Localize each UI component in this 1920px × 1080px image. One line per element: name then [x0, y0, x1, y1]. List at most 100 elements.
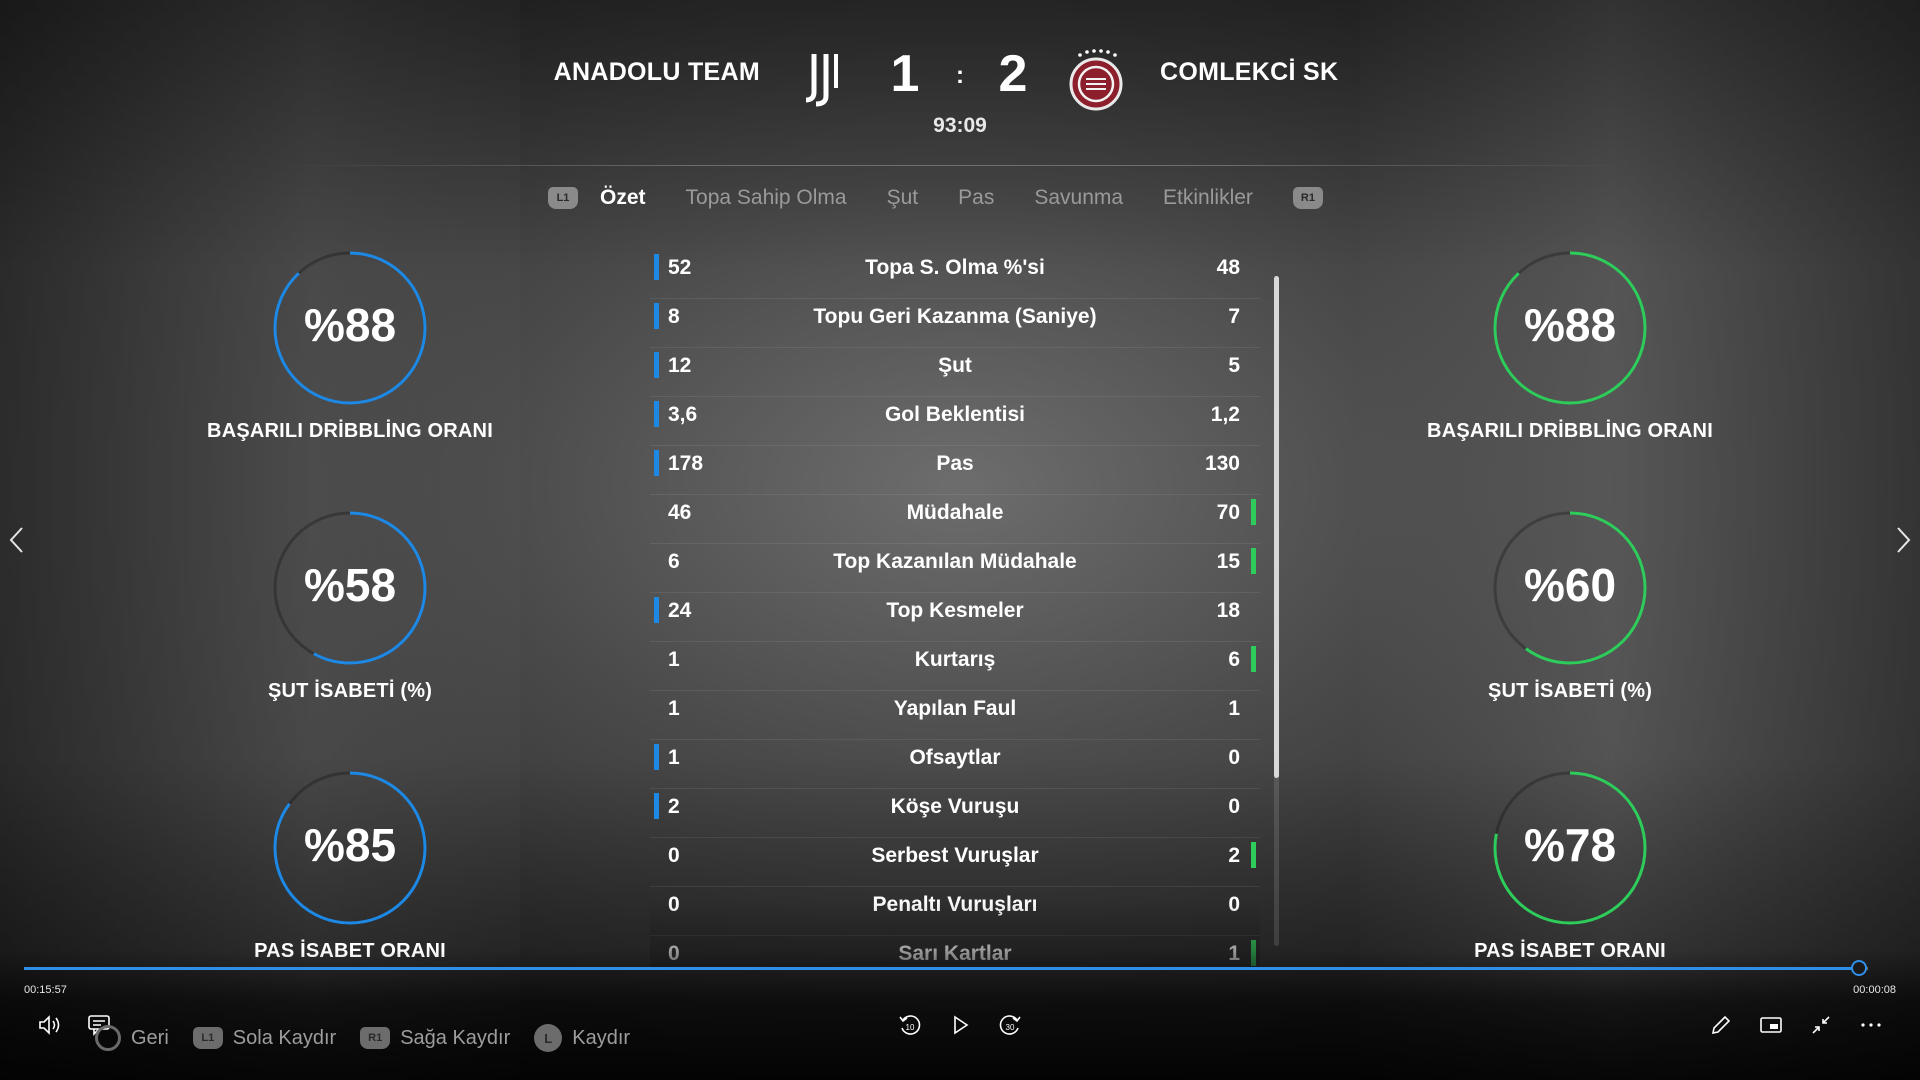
hint-label: Geri — [131, 1026, 169, 1049]
match-clock: 93:09 — [933, 114, 987, 137]
stat-label: Top Kazanılan Müdahale — [833, 550, 1077, 573]
stat-home-value: 0 — [668, 844, 680, 867]
previous-arrow-icon[interactable] — [2, 520, 32, 560]
stat-home-value: 12 — [668, 354, 692, 377]
stat-label: Serbest Vuruşlar — [871, 844, 1039, 867]
volume-icon[interactable] — [36, 1011, 64, 1039]
tab-topa-sahip-olma[interactable]: Topa Sahip Olma — [686, 186, 847, 210]
gauge-value: %88 — [1523, 299, 1617, 351]
hint-scroll-right[interactable]: R1 Sağa Kaydır — [360, 1027, 510, 1050]
l1-button-icon: L1 — [192, 1027, 223, 1049]
away-score: 2 — [998, 45, 1028, 103]
play-icon[interactable] — [946, 1011, 974, 1039]
tab-savunma[interactable]: Savunma — [1034, 186, 1123, 210]
hint-scroll[interactable]: L Kaydır — [534, 1024, 630, 1052]
stat-label: Topu Geri Kazanma (Saniye) — [813, 305, 1097, 328]
hint-scroll-left[interactable]: L1 Sola Kaydır — [192, 1026, 337, 1050]
away-leader-bar — [1251, 842, 1256, 868]
away-pass-accuracy-gauge: %78 PAS İSABET ORANI — [1410, 768, 1730, 963]
hint-back[interactable]: Geri — [95, 1025, 169, 1051]
forward-30-icon[interactable]: 30 — [996, 1011, 1024, 1039]
stat-label: Topa S. Olma %'si — [865, 256, 1045, 279]
away-leader-bar — [1251, 548, 1256, 574]
tab-etkinlikler[interactable]: Etkinlikler — [1163, 186, 1253, 210]
home-crest-icon — [805, 54, 838, 107]
button-hints: Geri L1 Sola Kaydır R1 Sağa Kaydır L Kay… — [95, 1018, 654, 1058]
gauge-value: %60 — [1523, 559, 1617, 611]
home-leader-bar — [654, 450, 659, 476]
home-leader-bar — [654, 401, 659, 427]
scoreboard: ANADOLU TEAM 1 : 2 COMLEKCİ SK 93:09 — [0, 40, 1920, 166]
header-divider — [280, 165, 1640, 166]
remaining-time: 00:00:08 — [1853, 984, 1896, 996]
hint-label: Sağa Kaydır — [400, 1026, 511, 1049]
gauge-label: BAŞARILI DRİBBLİNG ORANI — [1427, 420, 1713, 442]
r1-button-icon[interactable]: R1 — [1292, 187, 1323, 209]
gauge-label: ŞUT İSABETİ (%) — [267, 680, 433, 702]
home-leader-bar — [654, 793, 659, 819]
stats-table[interactable]: 52 Topa S. Olma %'si 48 8 Topu Geri Kazanma … — [650, 250, 1260, 968]
home-dribbling-gauge: %88 BAŞARILI DRİBBLİNG ORANI — [190, 248, 510, 443]
stat-label: Ofsaytlar — [909, 746, 1001, 769]
stat-home-value: 2 — [668, 795, 680, 818]
home-leader-bar — [654, 254, 659, 280]
stats-scrollbar-thumb[interactable] — [1274, 276, 1279, 778]
stat-home-value: 6 — [668, 550, 680, 573]
away-leader-bar — [1251, 499, 1256, 525]
stat-label: Kurtarış — [914, 648, 996, 671]
stat-home-value: 46 — [668, 501, 692, 524]
svg-text:30: 30 — [1006, 1023, 1015, 1032]
home-leader-bar — [654, 744, 659, 770]
gauge-label: BAŞARILI DRİBBLİNG ORANI — [207, 420, 493, 442]
stat-home-value: 178 — [668, 452, 704, 475]
score-separator: : — [956, 62, 964, 89]
stat-row: 6 Top Kazanılan Müdahale 15 — [650, 544, 1260, 593]
elapsed-time: 00:15:57 — [24, 984, 67, 996]
stat-label: Gol Beklentisi — [884, 403, 1026, 426]
tab-sut[interactable]: Şut — [887, 186, 919, 210]
edit-icon[interactable] — [1707, 1011, 1735, 1039]
stat-away-value: 18 — [1216, 599, 1240, 622]
stats-tabs: L1 Özet Topa Sahip Olma Şut Pas Savunma … — [548, 182, 1323, 214]
left-stick-icon: L — [534, 1024, 563, 1052]
progress-fill — [24, 967, 1859, 970]
stat-away-value: 70 — [1216, 501, 1240, 524]
exit-fullscreen-icon[interactable] — [1807, 1011, 1835, 1039]
l1-button-icon[interactable]: L1 — [548, 187, 578, 209]
stat-away-value: 1,2 — [1210, 403, 1240, 426]
stat-label: Müdahale — [906, 501, 1004, 524]
home-team-name: ANADOLU TEAM — [553, 58, 760, 86]
rewind-10-icon[interactable]: 10 — [896, 1011, 924, 1039]
progress-thumb[interactable] — [1850, 960, 1867, 976]
stat-away-value: 7 — [1228, 305, 1240, 328]
svg-text:10: 10 — [906, 1023, 915, 1032]
stat-away-value: 15 — [1216, 550, 1240, 573]
home-leader-bar — [654, 352, 659, 378]
tab-pas[interactable]: Pas — [958, 186, 994, 210]
away-leader-bar — [1251, 646, 1256, 672]
stat-row: 2 Köşe Vuruşu 0 — [650, 789, 1260, 838]
home-score: 1 — [890, 45, 920, 103]
next-arrow-icon[interactable] — [1888, 520, 1918, 560]
stat-away-value: 0 — [1228, 893, 1240, 916]
miniplayer-icon[interactable] — [1757, 1011, 1785, 1039]
stat-label: Köşe Vuruşu — [890, 795, 1020, 818]
stat-row: 52 Topa S. Olma %'si 48 — [650, 250, 1260, 299]
away-dribbling-gauge: %88 BAŞARILI DRİBBLİNG ORANI — [1410, 248, 1730, 443]
stat-row: 8 Topu Geri Kazanma (Saniye) 7 — [650, 299, 1260, 348]
stat-row: 178 Pas 130 — [650, 446, 1260, 495]
stat-away-value: 130 — [1204, 452, 1240, 475]
tab-ozet[interactable]: Özet — [600, 186, 646, 210]
r1-button-icon: R1 — [360, 1027, 391, 1049]
gauge-label: ŞUT İSABETİ (%) — [1487, 680, 1653, 702]
away-team-name: COMLEKCİ SK — [1160, 58, 1339, 86]
hint-label: Sola Kaydır — [232, 1026, 337, 1049]
stat-row: 12 Şut 5 — [650, 348, 1260, 397]
stat-row: 1 Yapılan Faul 1 — [650, 691, 1260, 740]
more-icon[interactable] — [1857, 1011, 1885, 1039]
stat-row: 1 Kurtarış 6 — [650, 642, 1260, 691]
gauge-value: %88 — [303, 299, 397, 351]
away-crest-icon — [1069, 49, 1123, 111]
stat-home-value: 52 — [668, 256, 692, 279]
stat-home-value: 8 — [668, 305, 680, 328]
